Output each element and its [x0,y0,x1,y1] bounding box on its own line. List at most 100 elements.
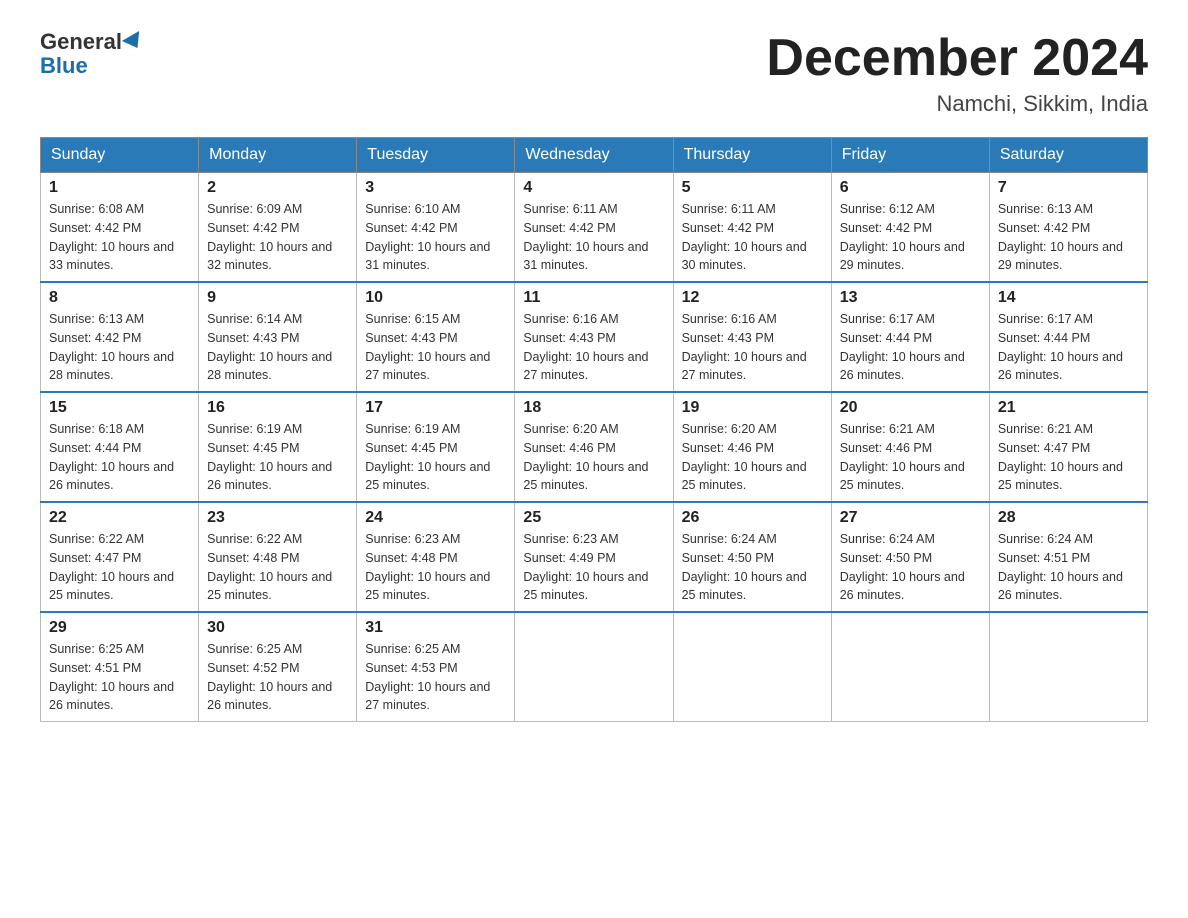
day-number: 9 [207,289,348,307]
calendar-cell: 9 Sunrise: 6:14 AM Sunset: 4:43 PM Dayli… [199,282,357,392]
day-info: Sunrise: 6:20 AM Sunset: 4:46 PM Dayligh… [682,420,823,495]
day-number: 25 [523,509,664,527]
day-info: Sunrise: 6:24 AM Sunset: 4:51 PM Dayligh… [998,530,1139,605]
calendar-cell: 25 Sunrise: 6:23 AM Sunset: 4:49 PM Dayl… [515,502,673,612]
day-info: Sunrise: 6:16 AM Sunset: 4:43 PM Dayligh… [523,310,664,385]
calendar-cell: 3 Sunrise: 6:10 AM Sunset: 4:42 PM Dayli… [357,173,515,283]
page-header: General Blue December 2024 Namchi, Sikki… [40,30,1148,117]
day-number: 13 [840,289,981,307]
calendar-week-row: 1 Sunrise: 6:08 AM Sunset: 4:42 PM Dayli… [41,173,1148,283]
calendar-cell: 8 Sunrise: 6:13 AM Sunset: 4:42 PM Dayli… [41,282,199,392]
calendar-cell: 12 Sunrise: 6:16 AM Sunset: 4:43 PM Dayl… [673,282,831,392]
day-number: 27 [840,509,981,527]
calendar-cell: 27 Sunrise: 6:24 AM Sunset: 4:50 PM Dayl… [831,502,989,612]
day-number: 17 [365,399,506,417]
calendar-cell: 6 Sunrise: 6:12 AM Sunset: 4:42 PM Dayli… [831,173,989,283]
calendar-cell: 4 Sunrise: 6:11 AM Sunset: 4:42 PM Dayli… [515,173,673,283]
calendar-cell: 28 Sunrise: 6:24 AM Sunset: 4:51 PM Dayl… [989,502,1147,612]
calendar-cell [515,612,673,722]
day-number: 4 [523,179,664,197]
day-number: 11 [523,289,664,307]
day-number: 28 [998,509,1139,527]
weekday-header-tuesday: Tuesday [357,138,515,173]
calendar-cell: 15 Sunrise: 6:18 AM Sunset: 4:44 PM Dayl… [41,392,199,502]
calendar-cell: 16 Sunrise: 6:19 AM Sunset: 4:45 PM Dayl… [199,392,357,502]
weekday-header-saturday: Saturday [989,138,1147,173]
day-number: 16 [207,399,348,417]
day-info: Sunrise: 6:25 AM Sunset: 4:53 PM Dayligh… [365,640,506,715]
day-info: Sunrise: 6:21 AM Sunset: 4:47 PM Dayligh… [998,420,1139,495]
weekday-header-thursday: Thursday [673,138,831,173]
day-number: 2 [207,179,348,197]
day-number: 29 [49,619,190,637]
calendar-cell: 5 Sunrise: 6:11 AM Sunset: 4:42 PM Dayli… [673,173,831,283]
day-info: Sunrise: 6:08 AM Sunset: 4:42 PM Dayligh… [49,200,190,275]
calendar-cell: 30 Sunrise: 6:25 AM Sunset: 4:52 PM Dayl… [199,612,357,722]
day-number: 10 [365,289,506,307]
calendar-week-row: 22 Sunrise: 6:22 AM Sunset: 4:47 PM Dayl… [41,502,1148,612]
day-number: 1 [49,179,190,197]
calendar-cell: 11 Sunrise: 6:16 AM Sunset: 4:43 PM Dayl… [515,282,673,392]
calendar-cell: 29 Sunrise: 6:25 AM Sunset: 4:51 PM Dayl… [41,612,199,722]
day-info: Sunrise: 6:09 AM Sunset: 4:42 PM Dayligh… [207,200,348,275]
day-number: 19 [682,399,823,417]
day-number: 8 [49,289,190,307]
logo-general-text: General [40,30,122,54]
calendar-cell: 2 Sunrise: 6:09 AM Sunset: 4:42 PM Dayli… [199,173,357,283]
day-info: Sunrise: 6:18 AM Sunset: 4:44 PM Dayligh… [49,420,190,495]
day-info: Sunrise: 6:22 AM Sunset: 4:47 PM Dayligh… [49,530,190,605]
logo-blue-text: Blue [40,54,144,78]
calendar-cell: 24 Sunrise: 6:23 AM Sunset: 4:48 PM Dayl… [357,502,515,612]
day-info: Sunrise: 6:13 AM Sunset: 4:42 PM Dayligh… [49,310,190,385]
day-number: 3 [365,179,506,197]
calendar-week-row: 29 Sunrise: 6:25 AM Sunset: 4:51 PM Dayl… [41,612,1148,722]
day-info: Sunrise: 6:22 AM Sunset: 4:48 PM Dayligh… [207,530,348,605]
day-info: Sunrise: 6:10 AM Sunset: 4:42 PM Dayligh… [365,200,506,275]
day-info: Sunrise: 6:17 AM Sunset: 4:44 PM Dayligh… [840,310,981,385]
calendar-cell: 31 Sunrise: 6:25 AM Sunset: 4:53 PM Dayl… [357,612,515,722]
day-number: 26 [682,509,823,527]
weekday-header-monday: Monday [199,138,357,173]
day-number: 23 [207,509,348,527]
weekday-header-row: SundayMondayTuesdayWednesdayThursdayFrid… [41,138,1148,173]
calendar-cell [673,612,831,722]
day-info: Sunrise: 6:24 AM Sunset: 4:50 PM Dayligh… [840,530,981,605]
calendar-cell: 7 Sunrise: 6:13 AM Sunset: 4:42 PM Dayli… [989,173,1147,283]
logo-triangle-icon [122,31,146,53]
calendar-cell: 23 Sunrise: 6:22 AM Sunset: 4:48 PM Dayl… [199,502,357,612]
weekday-header-sunday: Sunday [41,138,199,173]
day-number: 15 [49,399,190,417]
weekday-header-friday: Friday [831,138,989,173]
day-info: Sunrise: 6:25 AM Sunset: 4:51 PM Dayligh… [49,640,190,715]
day-info: Sunrise: 6:15 AM Sunset: 4:43 PM Dayligh… [365,310,506,385]
calendar-cell: 13 Sunrise: 6:17 AM Sunset: 4:44 PM Dayl… [831,282,989,392]
calendar-cell: 18 Sunrise: 6:20 AM Sunset: 4:46 PM Dayl… [515,392,673,502]
day-number: 20 [840,399,981,417]
calendar-week-row: 15 Sunrise: 6:18 AM Sunset: 4:44 PM Dayl… [41,392,1148,502]
day-number: 30 [207,619,348,637]
day-number: 5 [682,179,823,197]
calendar-cell [989,612,1147,722]
day-info: Sunrise: 6:23 AM Sunset: 4:48 PM Dayligh… [365,530,506,605]
weekday-header-wednesday: Wednesday [515,138,673,173]
day-info: Sunrise: 6:23 AM Sunset: 4:49 PM Dayligh… [523,530,664,605]
day-info: Sunrise: 6:11 AM Sunset: 4:42 PM Dayligh… [523,200,664,275]
calendar-cell: 22 Sunrise: 6:22 AM Sunset: 4:47 PM Dayl… [41,502,199,612]
day-info: Sunrise: 6:11 AM Sunset: 4:42 PM Dayligh… [682,200,823,275]
day-number: 21 [998,399,1139,417]
calendar-table: SundayMondayTuesdayWednesdayThursdayFrid… [40,137,1148,722]
month-title: December 2024 [766,30,1148,87]
calendar-cell [831,612,989,722]
day-number: 7 [998,179,1139,197]
day-info: Sunrise: 6:19 AM Sunset: 4:45 PM Dayligh… [365,420,506,495]
day-number: 14 [998,289,1139,307]
day-info: Sunrise: 6:16 AM Sunset: 4:43 PM Dayligh… [682,310,823,385]
day-number: 12 [682,289,823,307]
day-number: 24 [365,509,506,527]
day-info: Sunrise: 6:25 AM Sunset: 4:52 PM Dayligh… [207,640,348,715]
day-info: Sunrise: 6:24 AM Sunset: 4:50 PM Dayligh… [682,530,823,605]
calendar-cell: 1 Sunrise: 6:08 AM Sunset: 4:42 PM Dayli… [41,173,199,283]
logo: General Blue [40,30,144,78]
day-info: Sunrise: 6:14 AM Sunset: 4:43 PM Dayligh… [207,310,348,385]
title-area: December 2024 Namchi, Sikkim, India [766,30,1148,117]
